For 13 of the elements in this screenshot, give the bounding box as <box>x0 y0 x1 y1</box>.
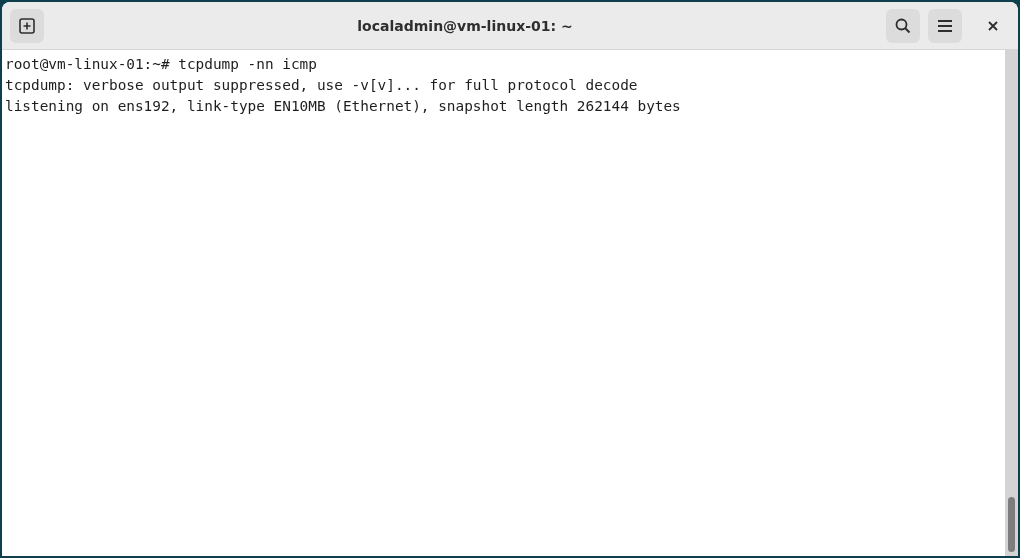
new-tab-button[interactable] <box>10 8 44 43</box>
menu-icon <box>937 18 953 33</box>
window-title: localadmin@vm-linux-01: ~ <box>356 17 574 34</box>
plus-box-icon <box>19 17 35 34</box>
terminal-line: root@vm-linux-01:~# tcpdump -nn icmp <box>5 55 318 74</box>
close-icon <box>988 20 998 31</box>
search-icon <box>895 17 911 34</box>
scrollbar-thumb[interactable] <box>1008 497 1015 552</box>
search-button[interactable] <box>886 8 920 43</box>
menu-button[interactable] <box>928 8 962 43</box>
terminal-line: listening on ens192, link-type EN10MB (Ethernet), snapshot length 262144 bytes <box>5 97 682 116</box>
scrollbar-track[interactable] <box>1005 50 1018 556</box>
terminal-line: tcpdump: verbose output suppressed, use -v[v]... for full protocol decode <box>5 76 639 95</box>
